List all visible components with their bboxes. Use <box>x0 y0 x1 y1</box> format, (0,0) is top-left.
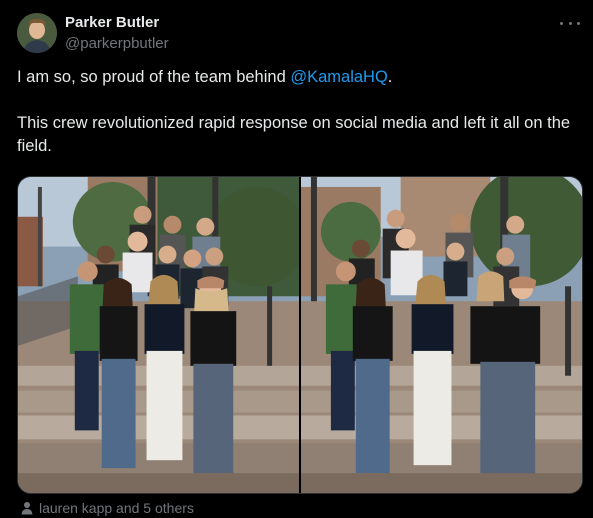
mention-link[interactable]: @KamalaHQ <box>290 68 387 86</box>
media-grid <box>17 176 583 494</box>
tweet-header: Parker Butler @parkerpbutler <box>17 13 169 53</box>
author-display-name[interactable]: Parker Butler <box>65 13 169 33</box>
tweet-text-part: . <box>387 68 393 86</box>
tweet-line-2: This crew revolutionized rapid response … <box>17 114 571 155</box>
tweet-text: I am so, so proud of the team behind @Ka… <box>17 66 583 181</box>
person-icon <box>21 502 33 515</box>
tweet-line-1: I am so, so proud of the team behind @Ka… <box>17 66 583 89</box>
tagged-users[interactable]: lauren kapp and 5 others <box>20 500 194 516</box>
tagged-users-label: lauren kapp and 5 others <box>39 500 194 516</box>
author-handle[interactable]: @parkerpbutler <box>65 34 169 54</box>
avatar-image <box>17 13 57 53</box>
tweet-text-part: I am so, so proud of the team behind <box>17 68 291 86</box>
more-options-icon[interactable] <box>560 16 580 30</box>
group-photo-1[interactable] <box>18 177 299 493</box>
group-photo-2[interactable] <box>301 177 582 493</box>
avatar[interactable] <box>17 13 57 53</box>
